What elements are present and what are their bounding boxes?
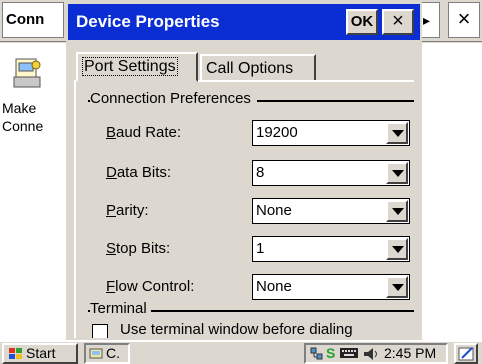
chevron-down-icon[interactable] (386, 200, 408, 222)
chevron-down-icon[interactable] (386, 122, 408, 144)
sync-status-icon[interactable]: S (326, 345, 335, 362)
make-connection-icon[interactable] (10, 57, 44, 91)
terminal-checkbox[interactable] (92, 324, 108, 338)
terminal-checkbox-label[interactable]: Use terminal window before dialing (120, 320, 353, 338)
chevron-down-icon[interactable] (386, 238, 408, 260)
background-close-button[interactable]: × (448, 2, 480, 38)
chevron-down-icon[interactable] (386, 162, 408, 184)
tab-call-options-label: Call Options (206, 60, 294, 77)
dialog-title: Device Properties (76, 12, 220, 31)
show-desktop-button[interactable] (454, 343, 478, 364)
stop-bits-value: 1 (256, 240, 265, 257)
taskbar-item-connections[interactable]: C. (84, 343, 130, 364)
background-window-title: Conn (2, 2, 64, 38)
windows-flag-icon (9, 348, 22, 359)
terminal-group-label: Terminal (90, 300, 151, 318)
parity-label: Parity: (106, 202, 149, 219)
stop-bits-select[interactable]: 1 (252, 236, 410, 262)
dialog-body: Port Settings Call Options Connection Pr… (68, 40, 420, 338)
network-icon[interactable] (310, 347, 324, 361)
data-bits-value: 8 (256, 164, 265, 181)
taskbar: Start C. S 2:45 PM (0, 341, 482, 364)
connection-preferences-label: Connection Preferences (90, 90, 257, 108)
background-nav-arrow[interactable]: ▸ (420, 2, 440, 38)
flow-control-value: None (256, 278, 292, 295)
baud-rate-label: Baud Rate: (106, 124, 182, 141)
connections-icon (89, 348, 103, 359)
ok-button[interactable]: OK (346, 9, 378, 35)
clock[interactable]: 2:45 PM (384, 345, 436, 362)
data-bits-select[interactable]: 8 (252, 160, 410, 186)
chevron-down-icon[interactable] (386, 276, 408, 298)
device-properties-dialog: Device Properties OK × Port Settings Cal… (66, 2, 422, 340)
tab-port-settings-label: Port Settings (82, 57, 178, 76)
flow-control-select[interactable]: None (252, 274, 410, 300)
tab-port-settings[interactable]: Port Settings (76, 52, 198, 82)
tab-call-options[interactable]: Call Options (200, 54, 316, 82)
taskbar-item-label: C. (106, 345, 120, 361)
stop-bits-label: Stop Bits: (106, 240, 171, 257)
make-connection-label[interactable]: Make Conne (2, 99, 64, 135)
pen-icon (458, 347, 474, 361)
parity-select[interactable]: None (252, 198, 410, 224)
baud-rate-select[interactable]: 19200 (252, 120, 410, 146)
parity-value: None (256, 202, 292, 219)
data-bits-label: Data Bits: (106, 164, 172, 181)
system-tray: S 2:45 PM (304, 343, 448, 364)
baud-rate-value: 19200 (256, 124, 298, 141)
keyboard-icon[interactable] (340, 347, 358, 359)
start-label: Start (26, 345, 56, 361)
flow-control-label: Flow Control: (106, 278, 195, 295)
start-button[interactable]: Start (2, 343, 78, 364)
close-button[interactable]: × (382, 9, 414, 35)
dialog-titlebar: Device Properties OK × (68, 4, 420, 40)
speaker-icon[interactable] (362, 347, 380, 361)
